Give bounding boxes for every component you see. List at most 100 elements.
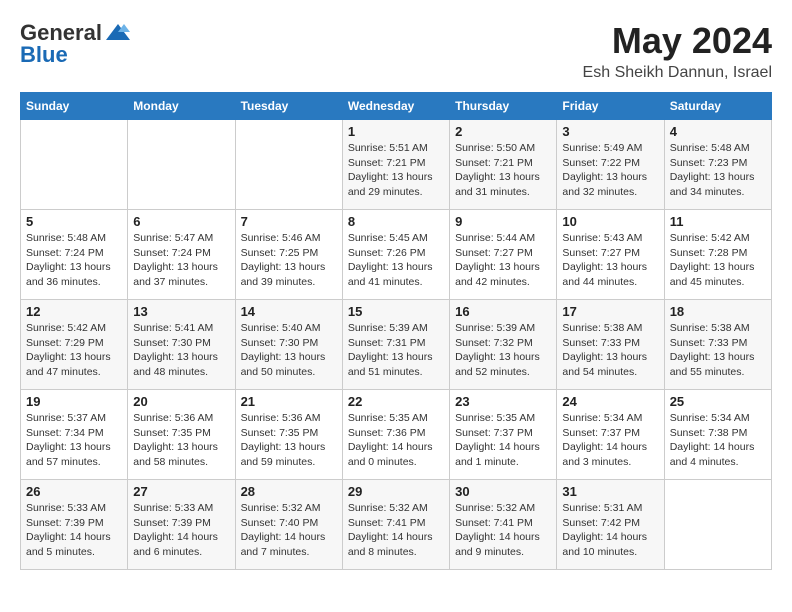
calendar-day-cell (664, 480, 771, 570)
calendar-day-cell: 30 Sunrise: 5:32 AM Sunset: 7:41 PM Dayli… (450, 480, 557, 570)
calendar-day-cell: 2 Sunrise: 5:50 AM Sunset: 7:21 PM Daylig… (450, 120, 557, 210)
col-thursday: Thursday (450, 93, 557, 120)
calendar-header-row: Sunday Monday Tuesday Wednesday Thursday… (21, 93, 772, 120)
calendar-day-cell: 22 Sunrise: 5:35 AM Sunset: 7:36 PM Dayli… (342, 390, 449, 480)
day-number: 15 (348, 304, 444, 319)
day-number: 22 (348, 394, 444, 409)
day-number: 14 (241, 304, 337, 319)
day-number: 11 (670, 214, 766, 229)
calendar-day-cell: 12Sunrise: 5:42 AM Sunset: 7:29 PM Dayli… (21, 300, 128, 390)
day-number: 20 (133, 394, 229, 409)
calendar-day-cell: 7Sunrise: 5:46 AM Sunset: 7:25 PM Daylig… (235, 210, 342, 300)
day-info: Sunrise: 5:35 AM Sunset: 7:37 PM Dayligh… (455, 411, 551, 470)
day-info: Sunrise: 5:35 AM Sunset: 7:36 PM Dayligh… (348, 411, 444, 470)
day-number: 23 (455, 394, 551, 409)
day-info: Sunrise: 5:34 AM Sunset: 7:38 PM Dayligh… (670, 411, 766, 470)
day-number: 30 (455, 484, 551, 499)
calendar-day-cell: 14 Sunrise: 5:40 AM Sunset: 7:30 PM Dayli… (235, 300, 342, 390)
day-info: Sunrise: 5:33 AM Sunset: 7:39 PM Dayligh… (133, 501, 229, 560)
day-number: 13 (133, 304, 229, 319)
day-info: Sunrise: 5:37 AM Sunset: 7:34 PM Dayligh… (26, 411, 122, 470)
day-number: 1 (348, 124, 444, 139)
logo-blue: Blue (20, 42, 68, 68)
day-number: 16 (455, 304, 551, 319)
day-info: Sunrise: 5:36 AM Sunset: 7:35 PM Dayligh… (133, 411, 229, 470)
calendar-day-cell: 31 Sunrise: 5:31 AM Sunset: 7:42 PM Dayli… (557, 480, 664, 570)
day-number: 26 (26, 484, 122, 499)
day-info: Sunrise: 5:32 AM Sunset: 7:41 PM Dayligh… (455, 501, 551, 560)
day-number: 5 (26, 214, 122, 229)
day-info: Sunrise: 5:36 AM Sunset: 7:35 PM Dayligh… (241, 411, 337, 470)
day-number: 10 (562, 214, 658, 229)
day-info: Sunrise: 5:40 AM Sunset: 7:30 PM Dayligh… (241, 321, 337, 380)
day-number: 18 (670, 304, 766, 319)
day-info: Sunrise: 5:45 AM Sunset: 7:26 PM Dayligh… (348, 231, 444, 290)
day-info: Sunrise: 5:44 AM Sunset: 7:27 PM Dayligh… (455, 231, 551, 290)
day-number: 12 (26, 304, 122, 319)
day-info: Sunrise: 5:33 AM Sunset: 7:39 PM Dayligh… (26, 501, 122, 560)
day-number: 2 (455, 124, 551, 139)
calendar-table: Sunday Monday Tuesday Wednesday Thursday… (20, 92, 772, 570)
calendar-day-cell: 26 Sunrise: 5:33 AM Sunset: 7:39 PM Dayli… (21, 480, 128, 570)
calendar-day-cell: 23 Sunrise: 5:35 AM Sunset: 7:37 PM Dayli… (450, 390, 557, 480)
calendar-day-cell (21, 120, 128, 210)
calendar-week-row: 12Sunrise: 5:42 AM Sunset: 7:29 PM Dayli… (21, 300, 772, 390)
day-info: Sunrise: 5:34 AM Sunset: 7:37 PM Dayligh… (562, 411, 658, 470)
calendar-day-cell: 18 Sunrise: 5:38 AM Sunset: 7:33 PM Dayli… (664, 300, 771, 390)
day-number: 27 (133, 484, 229, 499)
day-info: Sunrise: 5:39 AM Sunset: 7:32 PM Dayligh… (455, 321, 551, 380)
day-info: Sunrise: 5:38 AM Sunset: 7:33 PM Dayligh… (562, 321, 658, 380)
day-number: 8 (348, 214, 444, 229)
calendar-day-cell: 10 Sunrise: 5:43 AM Sunset: 7:27 PM Dayli… (557, 210, 664, 300)
calendar-week-row: 1 Sunrise: 5:51 AM Sunset: 7:21 PM Daylig… (21, 120, 772, 210)
calendar-day-cell (235, 120, 342, 210)
calendar-day-cell: 15 Sunrise: 5:39 AM Sunset: 7:31 PM Dayli… (342, 300, 449, 390)
calendar-day-cell: 1 Sunrise: 5:51 AM Sunset: 7:21 PM Daylig… (342, 120, 449, 210)
day-info: Sunrise: 5:43 AM Sunset: 7:27 PM Dayligh… (562, 231, 658, 290)
logo: General Blue (20, 20, 134, 68)
day-info: Sunrise: 5:32 AM Sunset: 7:41 PM Dayligh… (348, 501, 444, 560)
col-wednesday: Wednesday (342, 93, 449, 120)
day-number: 31 (562, 484, 658, 499)
calendar-day-cell: 13 Sunrise: 5:41 AM Sunset: 7:30 PM Dayli… (128, 300, 235, 390)
calendar-day-cell: 19 Sunrise: 5:37 AM Sunset: 7:34 PM Dayli… (21, 390, 128, 480)
day-number: 24 (562, 394, 658, 409)
calendar-day-cell: 11 Sunrise: 5:42 AM Sunset: 7:28 PM Dayli… (664, 210, 771, 300)
day-number: 29 (348, 484, 444, 499)
calendar-day-cell: 4Sunrise: 5:48 AM Sunset: 7:23 PM Daylig… (664, 120, 771, 210)
location-title: Esh Sheikh Dannun, Israel (583, 64, 772, 82)
day-info: Sunrise: 5:51 AM Sunset: 7:21 PM Dayligh… (348, 141, 444, 200)
day-info: Sunrise: 5:50 AM Sunset: 7:21 PM Dayligh… (455, 141, 551, 200)
col-tuesday: Tuesday (235, 93, 342, 120)
day-info: Sunrise: 5:32 AM Sunset: 7:40 PM Dayligh… (241, 501, 337, 560)
page-header: General Blue May 2024 Esh Sheikh Dannun,… (20, 20, 772, 82)
calendar-day-cell: 24 Sunrise: 5:34 AM Sunset: 7:37 PM Dayli… (557, 390, 664, 480)
day-info: Sunrise: 5:49 AM Sunset: 7:22 PM Dayligh… (562, 141, 658, 200)
day-number: 17 (562, 304, 658, 319)
calendar-day-cell: 6Sunrise: 5:47 AM Sunset: 7:24 PM Daylig… (128, 210, 235, 300)
calendar-day-cell: 20 Sunrise: 5:36 AM Sunset: 7:35 PM Dayli… (128, 390, 235, 480)
calendar-day-cell: 25 Sunrise: 5:34 AM Sunset: 7:38 PM Dayli… (664, 390, 771, 480)
col-saturday: Saturday (664, 93, 771, 120)
day-number: 25 (670, 394, 766, 409)
day-info: Sunrise: 5:42 AM Sunset: 7:28 PM Dayligh… (670, 231, 766, 290)
calendar-day-cell (128, 120, 235, 210)
col-friday: Friday (557, 93, 664, 120)
day-info: Sunrise: 5:48 AM Sunset: 7:24 PM Dayligh… (26, 231, 122, 290)
day-number: 4 (670, 124, 766, 139)
day-number: 28 (241, 484, 337, 499)
day-number: 7 (241, 214, 337, 229)
day-info: Sunrise: 5:41 AM Sunset: 7:30 PM Dayligh… (133, 321, 229, 380)
day-number: 6 (133, 214, 229, 229)
day-info: Sunrise: 5:39 AM Sunset: 7:31 PM Dayligh… (348, 321, 444, 380)
day-info: Sunrise: 5:38 AM Sunset: 7:33 PM Dayligh… (670, 321, 766, 380)
calendar-day-cell: 3 Sunrise: 5:49 AM Sunset: 7:22 PM Daylig… (557, 120, 664, 210)
day-number: 3 (562, 124, 658, 139)
day-number: 19 (26, 394, 122, 409)
calendar-day-cell: 9Sunrise: 5:44 AM Sunset: 7:27 PM Daylig… (450, 210, 557, 300)
calendar-day-cell: 21Sunrise: 5:36 AM Sunset: 7:35 PM Dayli… (235, 390, 342, 480)
col-monday: Monday (128, 93, 235, 120)
calendar-day-cell: 28 Sunrise: 5:32 AM Sunset: 7:40 PM Dayli… (235, 480, 342, 570)
calendar-day-cell: 27 Sunrise: 5:33 AM Sunset: 7:39 PM Dayli… (128, 480, 235, 570)
day-info: Sunrise: 5:31 AM Sunset: 7:42 PM Dayligh… (562, 501, 658, 560)
